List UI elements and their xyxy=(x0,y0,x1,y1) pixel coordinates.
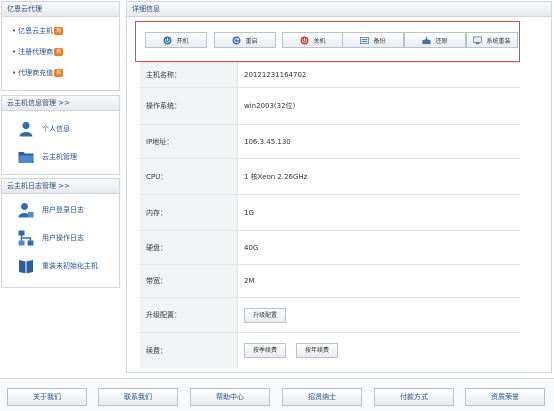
backup-label: 备份 xyxy=(373,37,386,45)
memory-label: 内存： xyxy=(140,195,238,230)
manage-panel-title[interactable]: 云主机信息管理 >> xyxy=(2,96,119,111)
nav-item-label: 用户操作日志 xyxy=(42,234,84,242)
restart-label: 重启 xyxy=(245,37,258,45)
upgrade-row: 升级配置： 升级配置 xyxy=(140,298,520,333)
renew-value: 按季续费 按年续费 xyxy=(238,343,339,358)
bullet-icon: • xyxy=(12,27,17,35)
agency-item-cloud-host[interactable]: • 亿恩云主机热 xyxy=(2,21,119,42)
network-icon xyxy=(18,230,34,246)
reinstall-button[interactable]: 系统重装 xyxy=(466,32,518,48)
bandwidth-value: 2M xyxy=(244,277,255,285)
renew-quarterly-button[interactable]: 按季续费 xyxy=(244,343,287,358)
nav-item-label: 云主机管理 xyxy=(42,153,77,161)
restore-button[interactable]: 还原 xyxy=(404,32,466,48)
power-on-icon xyxy=(163,36,172,45)
footer-careers-button[interactable]: 招贤纳士 xyxy=(282,388,362,406)
ip-value: 106.3.45.130 xyxy=(244,137,291,146)
nav-item-label: 用户登录日志 xyxy=(42,206,84,214)
hostname-label: 主机名称： xyxy=(140,63,238,87)
agency-item-label: 亿恩云主机 xyxy=(18,27,54,35)
disk-row: 硬盘： 40G xyxy=(140,231,520,265)
disk-label: 硬盘： xyxy=(140,231,238,264)
disk-value: 40G xyxy=(244,243,259,252)
ip-label: IP地址： xyxy=(140,125,238,158)
agency-panel: 亿恩云代理 • 亿恩云主机热 • 注册代理商热 • 代理商充值热 xyxy=(1,1,120,91)
restore-icon xyxy=(422,36,432,45)
hot-badge: 热 xyxy=(54,48,64,56)
bullet-icon: • xyxy=(12,48,17,56)
agency-item-recharge[interactable]: • 代理商充值热 xyxy=(2,63,119,84)
upgrade-label: 升级配置： xyxy=(140,298,238,332)
nav-item-host-manage[interactable]: 云主机管理 xyxy=(2,143,119,171)
agency-panel-title: 亿恩云代理 xyxy=(2,2,119,17)
backup-icon xyxy=(360,36,370,45)
user-login-icon xyxy=(18,202,34,218)
renew-yearly-button[interactable]: 按年续费 xyxy=(296,343,339,358)
os-label: 操作系统： xyxy=(140,88,238,124)
bandwidth-label: 带宽： xyxy=(140,265,238,297)
upgrade-config-button[interactable]: 升级配置 xyxy=(244,307,287,323)
restart-button[interactable]: 重启 xyxy=(214,32,276,48)
hot-badge: 热 xyxy=(54,69,64,77)
bullet-icon: • xyxy=(12,69,17,77)
detail-panel-title: 详细信息 xyxy=(127,2,551,17)
reinstall-icon xyxy=(473,36,483,45)
cpu-label: CPU： xyxy=(140,159,238,194)
renew-label: 续费： xyxy=(140,333,238,368)
footer-about-button[interactable]: 关于我们 xyxy=(7,388,87,406)
reinstall-label: 系统重装 xyxy=(486,37,511,45)
nav-item-reinstall-host[interactable]: 重装未初始化主机 xyxy=(2,252,119,280)
os-row: 操作系统： win2003(32位) xyxy=(140,88,520,125)
nav-item-label: 重装未初始化主机 xyxy=(42,262,98,270)
hostname-row: 主机名称： 20121231164702 xyxy=(140,62,520,88)
power-off-icon xyxy=(300,36,309,45)
power-off-button[interactable]: 关机 xyxy=(282,32,344,48)
power-on-button[interactable]: 开机 xyxy=(145,32,207,48)
cpu-row: CPU： 1 核Xeon 2.26GHz xyxy=(140,159,520,195)
nav-item-personal-info[interactable]: 个人信息 xyxy=(2,115,119,143)
agency-item-label: 代理商充值 xyxy=(18,69,54,77)
ip-row: IP地址： 106.3.45.130 xyxy=(140,125,520,159)
footer-payment-button[interactable]: 付款方式 xyxy=(374,388,454,406)
hostname-value: 20121231164702 xyxy=(244,71,307,79)
manage-panel: 云主机信息管理 >> 个人信息 云主机管理 xyxy=(1,95,120,175)
backup-button[interactable]: 备份 xyxy=(342,32,404,48)
os-value: win2003(32位) xyxy=(244,102,296,110)
footer-bar: 关于我们 联系我们 帮助中心 招贤纳士 付款方式 资质荣誉 xyxy=(0,378,554,411)
memory-row: 内存： 1G xyxy=(140,195,520,231)
upgrade-value: 升级配置 xyxy=(238,307,287,323)
folder-icon xyxy=(18,149,34,165)
power-off-label: 关机 xyxy=(313,37,326,45)
power-on-label: 开机 xyxy=(176,37,189,45)
log-panel: 云主机日志管理 >> 用户登录日志 用户操作日志 重装未初始化主机 xyxy=(1,178,120,288)
footer-contact-button[interactable]: 联系我们 xyxy=(98,388,178,406)
control-toolbar: 开机 重启 关机 备份 还原 系统重装 xyxy=(135,21,520,62)
nav-item-label: 个人信息 xyxy=(42,125,70,133)
renew-row: 续费： 按季续费 按年续费 xyxy=(140,333,520,368)
user-icon xyxy=(18,121,34,137)
memory-value: 1G xyxy=(244,208,254,217)
nav-item-login-log[interactable]: 用户登录日志 xyxy=(2,196,119,224)
restore-label: 还原 xyxy=(435,37,448,45)
bandwidth-row: 带宽： 2M xyxy=(140,265,520,298)
cpu-value: 1 核Xeon 2.26GHz xyxy=(244,172,308,181)
footer-honors-button[interactable]: 资质荣誉 xyxy=(465,388,545,406)
book-icon xyxy=(18,258,34,274)
agency-item-label: 注册代理商 xyxy=(18,48,54,56)
agency-item-register[interactable]: • 注册代理商热 xyxy=(2,42,119,63)
hot-badge: 热 xyxy=(54,27,64,35)
restart-icon xyxy=(232,36,241,45)
log-panel-title[interactable]: 云主机日志管理 >> xyxy=(2,179,119,194)
nav-item-operation-log[interactable]: 用户操作日志 xyxy=(2,224,119,252)
footer-help-button[interactable]: 帮助中心 xyxy=(190,388,270,406)
